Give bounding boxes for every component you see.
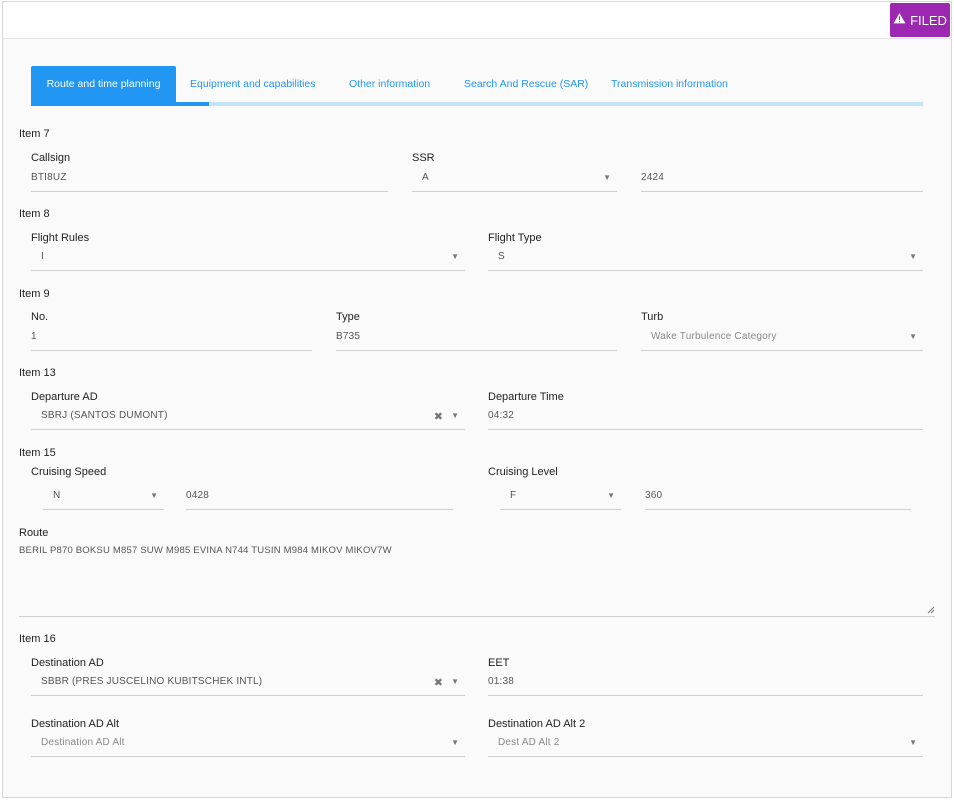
tab-transmission-information[interactable]: Transmission information <box>611 66 728 102</box>
cruising-speed-label: Cruising Speed <box>31 466 107 478</box>
cruising-level-label: Cruising Level <box>488 466 558 478</box>
resize-handle-icon[interactable] <box>927 606 935 614</box>
departure-time-input[interactable]: 04:32 <box>488 407 923 430</box>
number-label: No. <box>31 311 49 323</box>
ssr-code-input[interactable]: 2424 <box>641 169 923 192</box>
destination-alt2-label: Destination AD Alt 2 <box>488 718 586 730</box>
destination-alt-placeholder: Destination AD Alt <box>41 737 125 748</box>
callsign-input[interactable]: BTI8UZ <box>31 169 388 192</box>
filed-status-label: FILED <box>910 12 947 28</box>
turb-label: Turb <box>641 311 664 323</box>
cruising-level-value: 360 <box>645 490 663 501</box>
item8-heading: Item 8 <box>19 208 50 220</box>
destination-alt-select[interactable]: Destination AD Alt ▼ <box>31 734 465 757</box>
eet-label: EET <box>488 657 510 669</box>
cruising-level-unit-select[interactable]: F ▼ <box>500 487 621 510</box>
wake-turbulence-placeholder: Wake Turbulence Category <box>651 331 777 342</box>
aircraft-number-value: 1 <box>31 331 37 342</box>
eet-input[interactable]: 01:38 <box>488 673 923 696</box>
tab-search-and-rescue[interactable]: Search And Rescue (SAR) <box>464 66 588 102</box>
cruising-level-input[interactable]: 360 <box>645 487 911 510</box>
destination-alt2-select[interactable]: Dest AD Alt 2 ▼ <box>488 734 923 757</box>
cruising-speed-unit-select[interactable]: N ▼ <box>43 487 164 510</box>
departure-ad-label: Departure AD <box>31 391 98 403</box>
tab-bar: Route and time planning Equipment and ca… <box>31 66 923 106</box>
departure-ad-value: SBRJ (SANTOS DUMONT) <box>41 410 168 421</box>
chevron-down-icon: ▼ <box>607 491 615 500</box>
eet-value: 01:38 <box>488 676 515 687</box>
tab-route-and-time-planning[interactable]: Route and time planning <box>31 66 176 102</box>
tab-active-indicator <box>31 102 209 106</box>
top-bar: FILED <box>3 2 951 39</box>
chevron-down-icon: ▼ <box>909 738 917 747</box>
item15-heading: Item 15 <box>19 447 56 459</box>
destination-alt2-placeholder: Dest AD Alt 2 <box>498 737 560 748</box>
departure-time-label: Departure Time <box>488 391 564 403</box>
chevron-down-icon: ▼ <box>451 677 459 686</box>
callsign-label: Callsign <box>31 152 71 164</box>
clear-icon[interactable]: ✖ <box>434 410 443 423</box>
destination-ad-value: SBBR (PRES JUSCELINO KUBITSCHEK INTL) <box>41 676 263 687</box>
tab-equipment-and-capabilities[interactable]: Equipment and capabilities <box>190 66 316 102</box>
item9-heading: Item 9 <box>19 288 50 300</box>
cruising-speed-value: 0428 <box>186 490 210 501</box>
chevron-down-icon: ▼ <box>603 173 611 182</box>
item13-heading: Item 13 <box>19 367 56 379</box>
ssr-label: SSR <box>412 152 435 164</box>
flight-rules-label: Flight Rules <box>31 232 90 244</box>
flight-rules-select[interactable]: I ▼ <box>31 248 465 271</box>
chevron-down-icon: ▼ <box>909 332 917 341</box>
route-textarea[interactable]: BERIL P870 BOKSU M857 SUW M985 EVINA N74… <box>19 540 935 617</box>
ssr-code-value: 2424 <box>641 172 665 183</box>
chevron-down-icon: ▼ <box>451 738 459 747</box>
ssr-mode-value: A <box>422 172 429 183</box>
destination-alt-label: Destination AD Alt <box>31 718 120 730</box>
flight-type-select[interactable]: S ▼ <box>488 248 923 271</box>
ssr-mode-select[interactable]: A ▼ <box>412 169 617 192</box>
warning-icon <box>893 12 906 28</box>
tab-other-information[interactable]: Other information <box>349 66 430 102</box>
wake-turbulence-select[interactable]: Wake Turbulence Category ▼ <box>641 328 923 351</box>
item7-heading: Item 7 <box>19 128 50 140</box>
cruising-level-unit-value: F <box>510 490 517 501</box>
filed-status-button[interactable]: FILED <box>890 3 950 37</box>
destination-ad-select[interactable]: SBBR (PRES JUSCELINO KUBITSCHEK INTL) ✖ … <box>31 673 465 696</box>
chevron-down-icon: ▼ <box>909 252 917 261</box>
departure-ad-select[interactable]: SBRJ (SANTOS DUMONT) ✖ ▼ <box>31 407 465 430</box>
flight-rules-value: I <box>41 251 44 262</box>
clear-icon[interactable]: ✖ <box>434 676 443 689</box>
type-label: Type <box>336 311 360 323</box>
departure-time-value: 04:32 <box>488 410 515 421</box>
cruising-speed-input[interactable]: 0428 <box>186 487 453 510</box>
callsign-value: BTI8UZ <box>31 172 67 183</box>
aircraft-type-input[interactable]: B735 <box>336 328 617 351</box>
route-value: BERIL P870 BOKSU M857 SUW M985 EVINA N74… <box>19 545 392 556</box>
flight-type-value: S <box>498 251 505 262</box>
chevron-down-icon: ▼ <box>451 411 459 420</box>
chevron-down-icon: ▼ <box>150 491 158 500</box>
flight-plan-form: FILED Route and time planning Equipment … <box>2 1 952 798</box>
flight-type-label: Flight Type <box>488 232 542 244</box>
cruising-speed-unit-value: N <box>53 490 61 501</box>
aircraft-type-value: B735 <box>336 331 361 342</box>
chevron-down-icon: ▼ <box>451 252 459 261</box>
destination-ad-label: Destination AD <box>31 657 104 669</box>
item16-heading: Item 16 <box>19 633 56 645</box>
route-label: Route <box>19 527 49 539</box>
aircraft-number-input[interactable]: 1 <box>31 328 312 351</box>
